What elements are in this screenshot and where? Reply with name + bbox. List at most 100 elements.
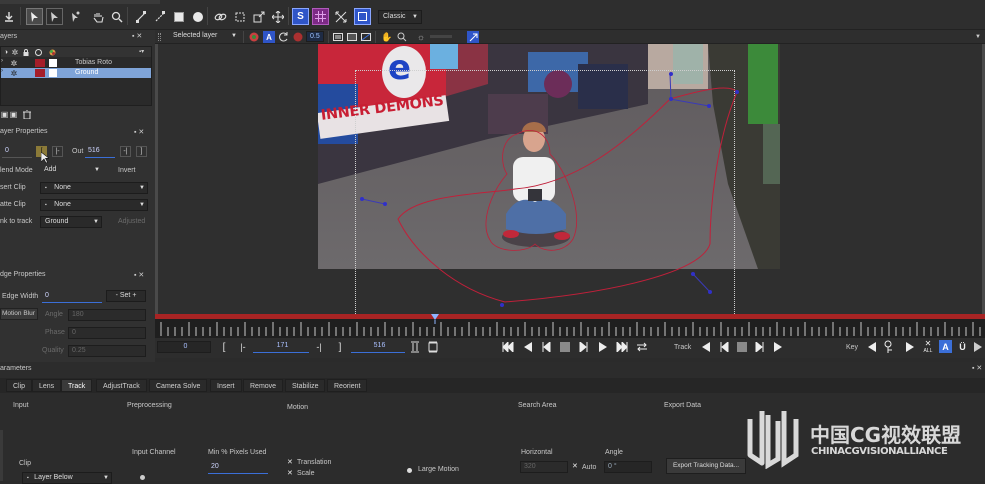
- rectangle-shape-icon[interactable]: [170, 8, 187, 25]
- layer-checkbox[interactable]: [49, 69, 57, 77]
- invert-checkbox-label[interactable]: Invert: [118, 167, 136, 174]
- tab-stabilize[interactable]: Stabilize: [285, 379, 326, 392]
- view-mask-icon[interactable]: [346, 31, 358, 43]
- snap-icon[interactable]: [467, 31, 479, 43]
- zoom-icon[interactable]: [108, 8, 125, 25]
- opacity-field[interactable]: 0.5: [306, 31, 324, 42]
- expand-icon[interactable]: [332, 8, 349, 25]
- lock-icon[interactable]: [22, 47, 30, 57]
- tab-reorient[interactable]: Reorient: [327, 379, 368, 392]
- adjusted-checkbox-label[interactable]: Adjusted: [118, 218, 145, 225]
- export-tracking-data-button[interactable]: Export Tracking Data...: [666, 458, 746, 474]
- hand-view-icon[interactable]: ✋: [381, 31, 393, 43]
- play-backward-icon[interactable]: [521, 340, 535, 354]
- motion-blur-toggle[interactable]: Motion Blur: [0, 308, 38, 320]
- in-frame-timeline-field[interactable]: 171: [253, 341, 309, 353]
- track-stop-icon[interactable]: [735, 340, 749, 354]
- large-motion-radio[interactable]: [407, 468, 412, 473]
- select-box-arrow-icon[interactable]: [46, 8, 63, 25]
- goto-in-button[interactable]: |-: [52, 146, 63, 157]
- delete-all-keys-icon[interactable]: ✕ ALL: [921, 338, 935, 356]
- insert-clip-select[interactable]: ▪ None ▼: [40, 182, 148, 194]
- layer-color-swatch[interactable]: [35, 69, 45, 77]
- layer-checkbox[interactable]: [49, 59, 57, 67]
- brightness-slider[interactable]: [430, 35, 452, 38]
- hand-icon[interactable]: [89, 8, 106, 25]
- next-key-icon[interactable]: [903, 340, 917, 354]
- tab-clip[interactable]: Clip: [6, 379, 33, 392]
- circle-shape-icon[interactable]: [189, 8, 206, 25]
- select-point-icon[interactable]: [66, 8, 83, 25]
- phase-field[interactable]: 0: [68, 327, 146, 339]
- link-icon[interactable]: [212, 8, 229, 25]
- layer-select[interactable]: Selected layer ▼: [169, 31, 239, 43]
- duplicate-layer-icon[interactable]: ▣: [9, 109, 18, 119]
- panel-menu-icon[interactable]: ▼: [973, 31, 983, 43]
- link-track-select[interactable]: Ground ▼: [40, 216, 102, 228]
- move-icon[interactable]: [269, 8, 286, 25]
- track-step-forward-icon[interactable]: [753, 340, 767, 354]
- trash-icon[interactable]: [22, 109, 32, 119]
- expand-arrow-icon[interactable]: ›: [1, 68, 3, 74]
- clip-select[interactable]: ▪ Layer Below ▼: [22, 472, 112, 484]
- workflow-mode-select[interactable]: Classic ▼: [378, 10, 422, 24]
- tab-camera-solve[interactable]: Camera Solve: [149, 379, 208, 392]
- angle-field[interactable]: 180: [68, 309, 146, 321]
- tab-adjusttrack[interactable]: AdjustTrack: [96, 379, 147, 392]
- goto-out-bracket-button[interactable]: -|: [313, 340, 325, 354]
- track-backward-icon[interactable]: [699, 340, 713, 354]
- angle-param-field[interactable]: 0 °: [604, 461, 652, 473]
- gear-icon[interactable]: ✲: [10, 68, 18, 78]
- track-forward-icon[interactable]: [771, 340, 785, 354]
- goto-out-button[interactable]: -|: [120, 146, 131, 157]
- out-frame-field[interactable]: 516: [85, 146, 115, 158]
- opacity-icon[interactable]: [292, 31, 304, 43]
- scale-icon[interactable]: [250, 8, 267, 25]
- autokey-icon[interactable]: A: [939, 340, 952, 353]
- overlay-toggle-icon[interactable]: [34, 47, 42, 57]
- frame-icon[interactable]: [354, 8, 371, 25]
- stop-icon[interactable]: [558, 340, 572, 354]
- input-channel-radio[interactable]: [140, 475, 145, 480]
- color-wheel-icon[interactable]: [48, 47, 56, 57]
- goto-end-icon[interactable]: [615, 340, 629, 354]
- frame-range-icon[interactable]: [409, 340, 421, 354]
- timeline-ruler[interactable]: [155, 319, 985, 338]
- spline-edit-icon[interactable]: [151, 8, 168, 25]
- text-icon[interactable]: A: [263, 31, 275, 43]
- surface-s-button[interactable]: S: [292, 8, 309, 25]
- translation-checkbox[interactable]: ✕: [287, 458, 293, 466]
- tab-track[interactable]: Track: [61, 379, 93, 392]
- spline-add-icon[interactable]: [132, 8, 149, 25]
- layer-color-swatch[interactable]: [35, 59, 45, 67]
- goto-start-icon[interactable]: [501, 340, 515, 354]
- view-mode-icon[interactable]: [332, 31, 344, 43]
- step-backward-icon[interactable]: [539, 340, 553, 354]
- play-forward-icon[interactable]: [596, 340, 610, 354]
- gear-icon[interactable]: ✲: [11, 47, 19, 57]
- rotate-icon[interactable]: [278, 31, 290, 43]
- expand-arrow-icon[interactable]: ›: [1, 58, 3, 64]
- playhead-marker[interactable]: [431, 314, 439, 324]
- matte-clip-select[interactable]: ▪ None ▼: [40, 199, 148, 211]
- add-layer-icon[interactable]: ▣: [0, 109, 9, 119]
- prev-key-icon[interactable]: [865, 340, 879, 354]
- unlink-key-icon[interactable]: Ü: [956, 340, 969, 354]
- scale-checkbox[interactable]: ✕: [287, 469, 293, 477]
- tab-remove[interactable]: Remove: [243, 379, 284, 392]
- current-frame-field[interactable]: 0: [157, 341, 211, 353]
- layers-menu-icon[interactable]: ▪▾: [139, 48, 144, 55]
- add-key-icon[interactable]: [883, 339, 897, 355]
- auto-checkbox[interactable]: ✕: [572, 462, 578, 470]
- overlay-color-icon[interactable]: [248, 31, 260, 43]
- view-overlay-icon[interactable]: [360, 31, 372, 43]
- gear-icon[interactable]: ✲: [10, 58, 18, 68]
- grid-icon[interactable]: [312, 8, 329, 25]
- layer-row[interactable]: › ✲ Tobias Roto: [1, 58, 151, 68]
- viewer-area[interactable]: e INNER DEMONS: [155, 44, 985, 314]
- timeline[interactable]: [155, 314, 985, 338]
- select-arrow-icon[interactable]: [26, 8, 43, 25]
- set-in-bracket-button[interactable]: [: [219, 340, 229, 354]
- out-frame-timeline-field[interactable]: 516: [351, 341, 405, 353]
- horizontal-field[interactable]: 320: [520, 461, 568, 473]
